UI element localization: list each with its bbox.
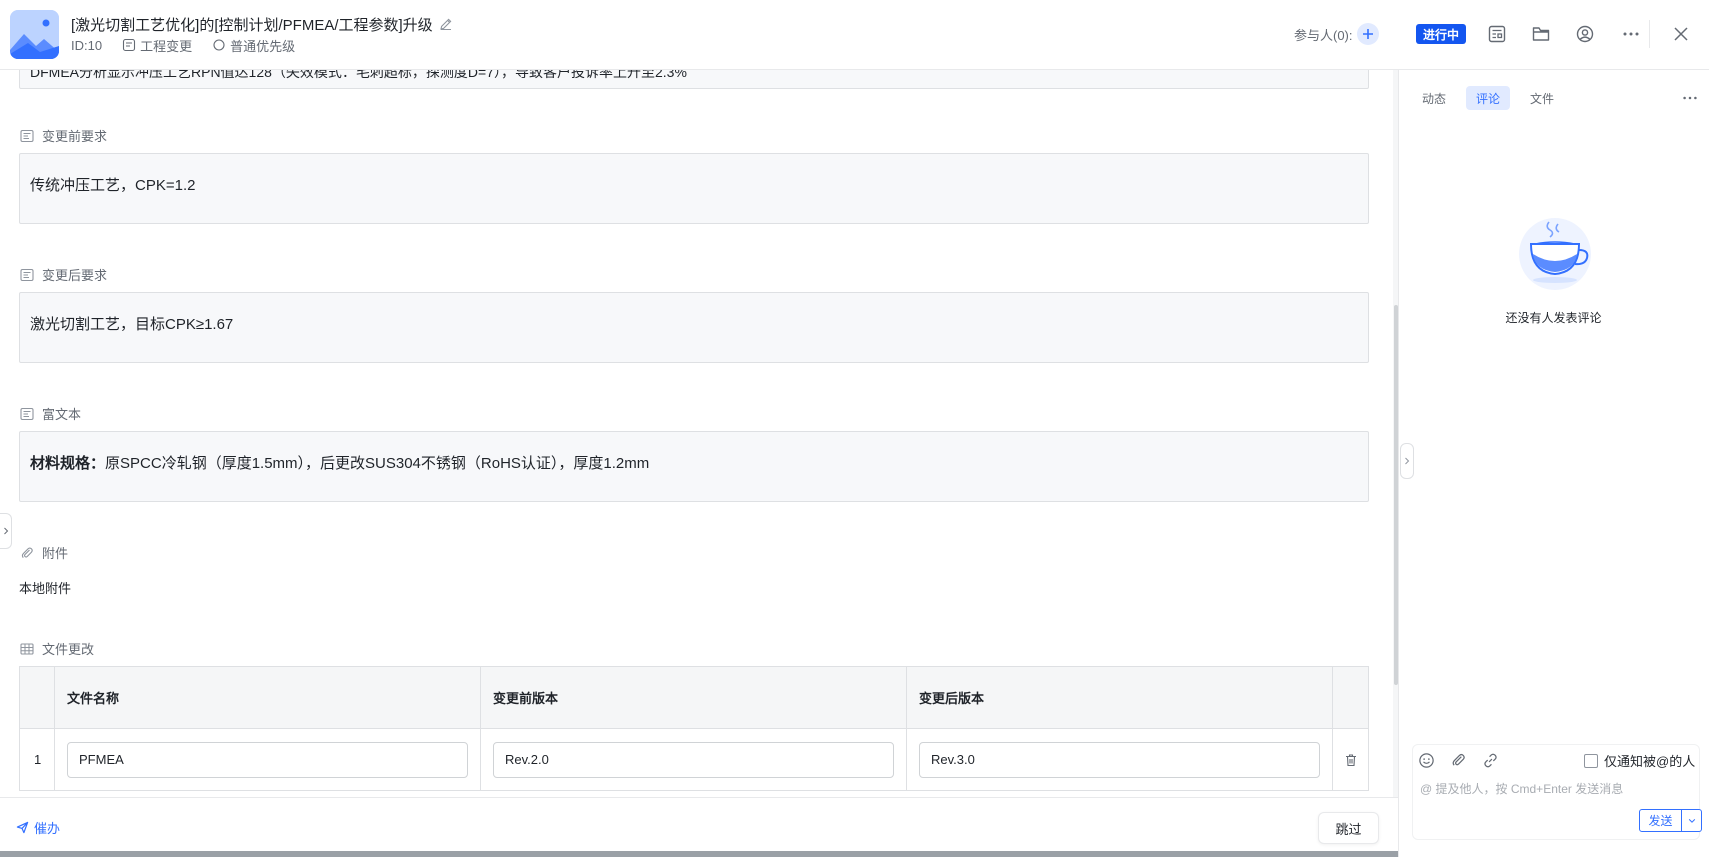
change-type-label: 工程变更 (140, 38, 193, 54)
section-label-before: 变更前要求 (20, 126, 107, 145)
section-label-text: 富文本 (42, 407, 82, 422)
chevron-down-icon (1688, 818, 1695, 823)
change-type: 工程变更 (122, 36, 192, 55)
table-header-row: 文件名称 变更前版本 变更后版本 (20, 667, 1368, 729)
trash-icon (1345, 753, 1356, 766)
send-options-dropdown[interactable] (1682, 809, 1702, 832)
richtext-field[interactable]: 材料规格：原SPCC冷轧钢（厚度1.5mm），后更改SUS304不锈钢（RoHS… (19, 431, 1369, 502)
after-requirement-value: 激光切割工艺，目标CPK≥1.67 (30, 316, 234, 333)
local-attachment-link[interactable]: 本地附件 (19, 578, 71, 597)
emoji-icon[interactable] (1416, 750, 1436, 770)
richtext-bold-prefix: 材料规格： (30, 455, 106, 472)
document-icon[interactable] (1485, 22, 1509, 46)
send-button[interactable]: 发送 (1639, 809, 1682, 832)
more-horizontal-icon[interactable] (1619, 22, 1643, 46)
change-type-icon (122, 38, 136, 52)
background-text-box: DFMEA分析显示冲压工艺RPN值达128（失效模式：毛刺超标，探测度D=7），… (19, 70, 1369, 89)
footer-bar: 催办 跳过 (0, 797, 1398, 857)
skip-button[interactable]: 跳过 (1318, 812, 1379, 844)
collapse-panel-toggle[interactable] (1400, 443, 1414, 479)
priority-circle-icon (212, 38, 226, 52)
header-divider (1649, 20, 1650, 48)
section-label-after: 变更后要求 (20, 265, 107, 284)
section-label-text: 变更后要求 (42, 268, 108, 283)
empty-comments-text: 还没有人发表评论 (1505, 311, 1602, 325)
after-requirement-field[interactable]: 激光切割工艺，目标CPK≥1.67 (19, 292, 1369, 363)
send-button-group: 发送 (1639, 809, 1702, 832)
column-header: 文件名称 (55, 667, 481, 728)
panel-tabs: 动态 评论 文件 (1412, 86, 1564, 110)
expand-left-toggle[interactable] (0, 513, 12, 549)
column-header: 变更前版本 (481, 667, 907, 728)
richtext-value: 材料规格：原SPCC冷轧钢（厚度1.5mm），后更改SUS304不锈钢（RoHS… (30, 452, 649, 473)
notify-checkbox[interactable] (1584, 753, 1598, 768)
notify-mentioned-only[interactable]: 仅通知被@的人 (1584, 751, 1695, 770)
tab-files[interactable]: 文件 (1520, 86, 1564, 110)
notify-label: 仅通知被@的人 (1604, 754, 1696, 769)
delete-row-button[interactable] (1333, 729, 1368, 790)
chevron-right-icon (3, 527, 8, 535)
row-index: 1 (20, 729, 55, 790)
priority[interactable]: 普通优先级 (212, 36, 295, 55)
before-requirement-value: 传统冲压工艺，CPK=1.2 (30, 177, 196, 194)
page-title: [激光切割工艺优化]的[控制计划/PFMEA/工程参数]升级 (71, 16, 433, 34)
app-thumbnail-image (10, 10, 59, 59)
participants: 参与人(0): (1294, 18, 1379, 50)
column-header: 变更后版本 (907, 667, 1333, 728)
section-label-file-changes: 文件更改 (20, 639, 94, 658)
section-label-text: 文件更改 (42, 642, 95, 657)
table-icon (20, 642, 34, 656)
add-participant-button[interactable] (1356, 23, 1379, 45)
text-field-icon (20, 268, 34, 282)
urge-label: 催办 (34, 821, 61, 836)
text-field-icon (20, 407, 34, 421)
section-label-text: 变更前要求 (42, 129, 108, 144)
status-badge[interactable]: 进行中 (1416, 24, 1467, 44)
after-version-input[interactable]: Rev.3.0 (919, 741, 1320, 778)
background-text: DFMEA分析显示冲压工艺RPN值达128（失效模式：毛刺超标，探测度D=7），… (30, 70, 687, 80)
tab-comments[interactable]: 评论 (1466, 86, 1511, 110)
comment-input-placeholder[interactable]: @ 提及他人，按 Cmd+Enter 发送消息 (1420, 780, 1623, 797)
file-name-input[interactable]: PFMEA (67, 741, 468, 778)
section-label-text: 附件 (42, 546, 69, 561)
empty-teacup-illustration (1513, 214, 1597, 294)
priority-label: 普通优先级 (230, 38, 296, 54)
file-changes-table: 文件名称 变更前版本 变更后版本 1 PFMEA Rev.2.0 Rev.3.0 (19, 666, 1369, 791)
user-circle-icon[interactable] (1573, 22, 1597, 46)
link-icon[interactable] (1480, 750, 1500, 770)
text-field-icon (20, 129, 34, 143)
bottom-strip (0, 851, 1398, 857)
send-plane-icon (16, 821, 29, 834)
folder-icon[interactable] (1529, 22, 1553, 46)
action-header (1333, 667, 1368, 728)
chevron-right-icon (1405, 457, 1410, 465)
comment-panel (1398, 70, 1709, 857)
item-id: ID:10 (71, 37, 103, 53)
paperclip-icon (20, 546, 34, 560)
attachment-icon[interactable] (1448, 750, 1468, 770)
urge-button[interactable]: 催办 (16, 818, 60, 837)
panel-more-icon[interactable] (1680, 88, 1700, 108)
table-row: 1 PFMEA Rev.2.0 Rev.3.0 (20, 729, 1368, 791)
main-content: DFMEA分析显示冲压工艺RPN值达128（失效模式：毛刺超标，探测度D=7），… (0, 70, 1393, 797)
before-version-input[interactable]: Rev.2.0 (493, 741, 894, 778)
section-label-richtext: 富文本 (20, 404, 81, 423)
tab-activity[interactable]: 动态 (1412, 86, 1456, 110)
participants-label: 参与人(0): (1294, 27, 1353, 43)
section-label-attachments: 附件 (20, 543, 68, 562)
index-header (20, 667, 55, 728)
close-icon[interactable] (1669, 22, 1693, 46)
header: [激光切割工艺优化]的[控制计划/PFMEA/工程参数]升级 ID:10 工程变… (0, 0, 1709, 70)
composer-toolbar (1416, 750, 1500, 770)
edit-pencil-icon[interactable] (439, 17, 453, 31)
before-requirement-field[interactable]: 传统冲压工艺，CPK=1.2 (19, 153, 1369, 224)
richtext-body: 原SPCC冷轧钢（厚度1.5mm），后更改SUS304不锈钢（RoHS认证），厚… (105, 455, 650, 472)
